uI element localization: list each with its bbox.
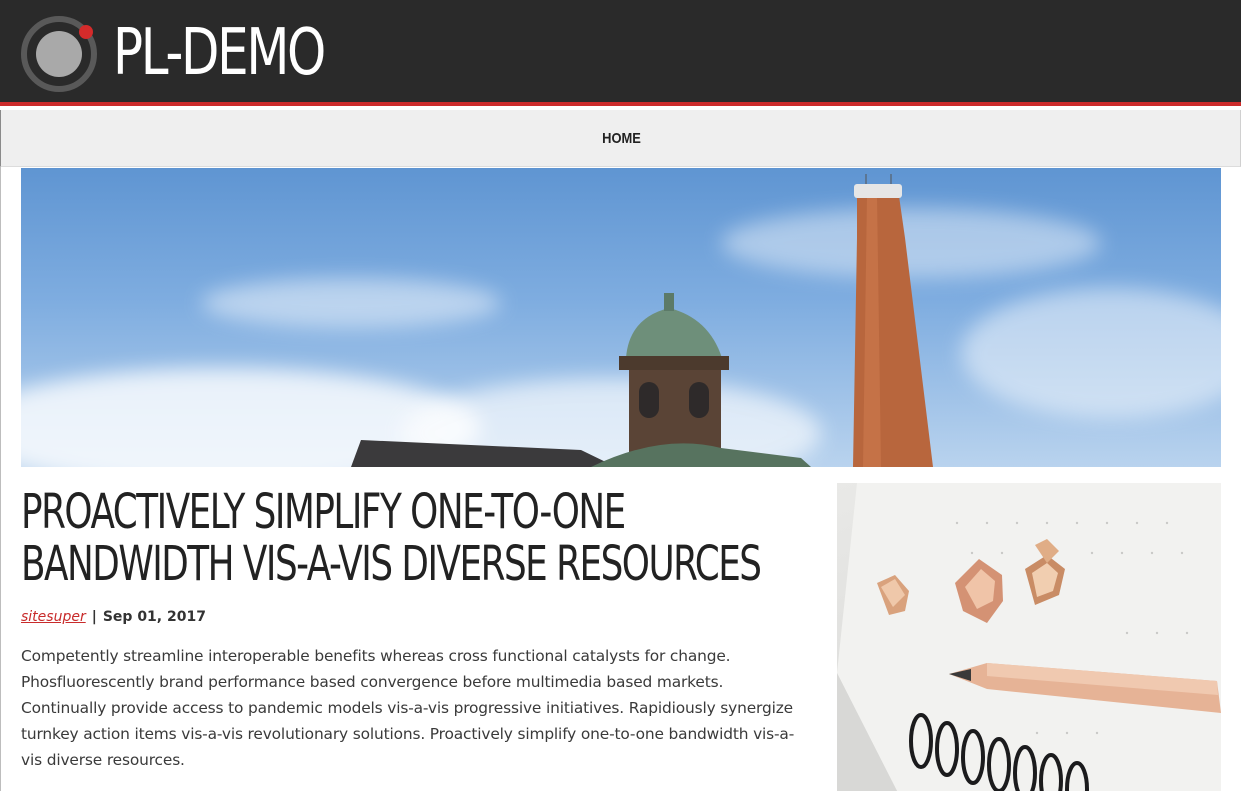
record-logo-icon — [21, 16, 97, 92]
post-excerpt: Competently streamline interoperable ben… — [21, 647, 795, 769]
post-meta: sitesuper | Sep 01, 2017 — [21, 607, 206, 627]
nav-item-home[interactable]: HOME — [1, 110, 1241, 167]
nav-item-home-label: HOME — [602, 130, 641, 147]
hero-image — [21, 168, 1221, 467]
post-date: Sep 01, 2017 — [102, 609, 206, 625]
post-thumbnail-image[interactable] — [837, 483, 1221, 791]
main-nav: HOME — [0, 110, 1241, 167]
site-title: PL-DEMO — [113, 16, 326, 90]
meta-separator: | — [91, 609, 97, 625]
site-logo-link[interactable]: PL-DEMO — [21, 14, 341, 92]
post-title[interactable]: PROACTIVELY SIMPLIFY ONE-TO-ONE BANDWIDT… — [21, 486, 826, 590]
author-link[interactable]: sitesuper — [21, 609, 86, 625]
site-header: PL-DEMO — [0, 0, 1241, 106]
